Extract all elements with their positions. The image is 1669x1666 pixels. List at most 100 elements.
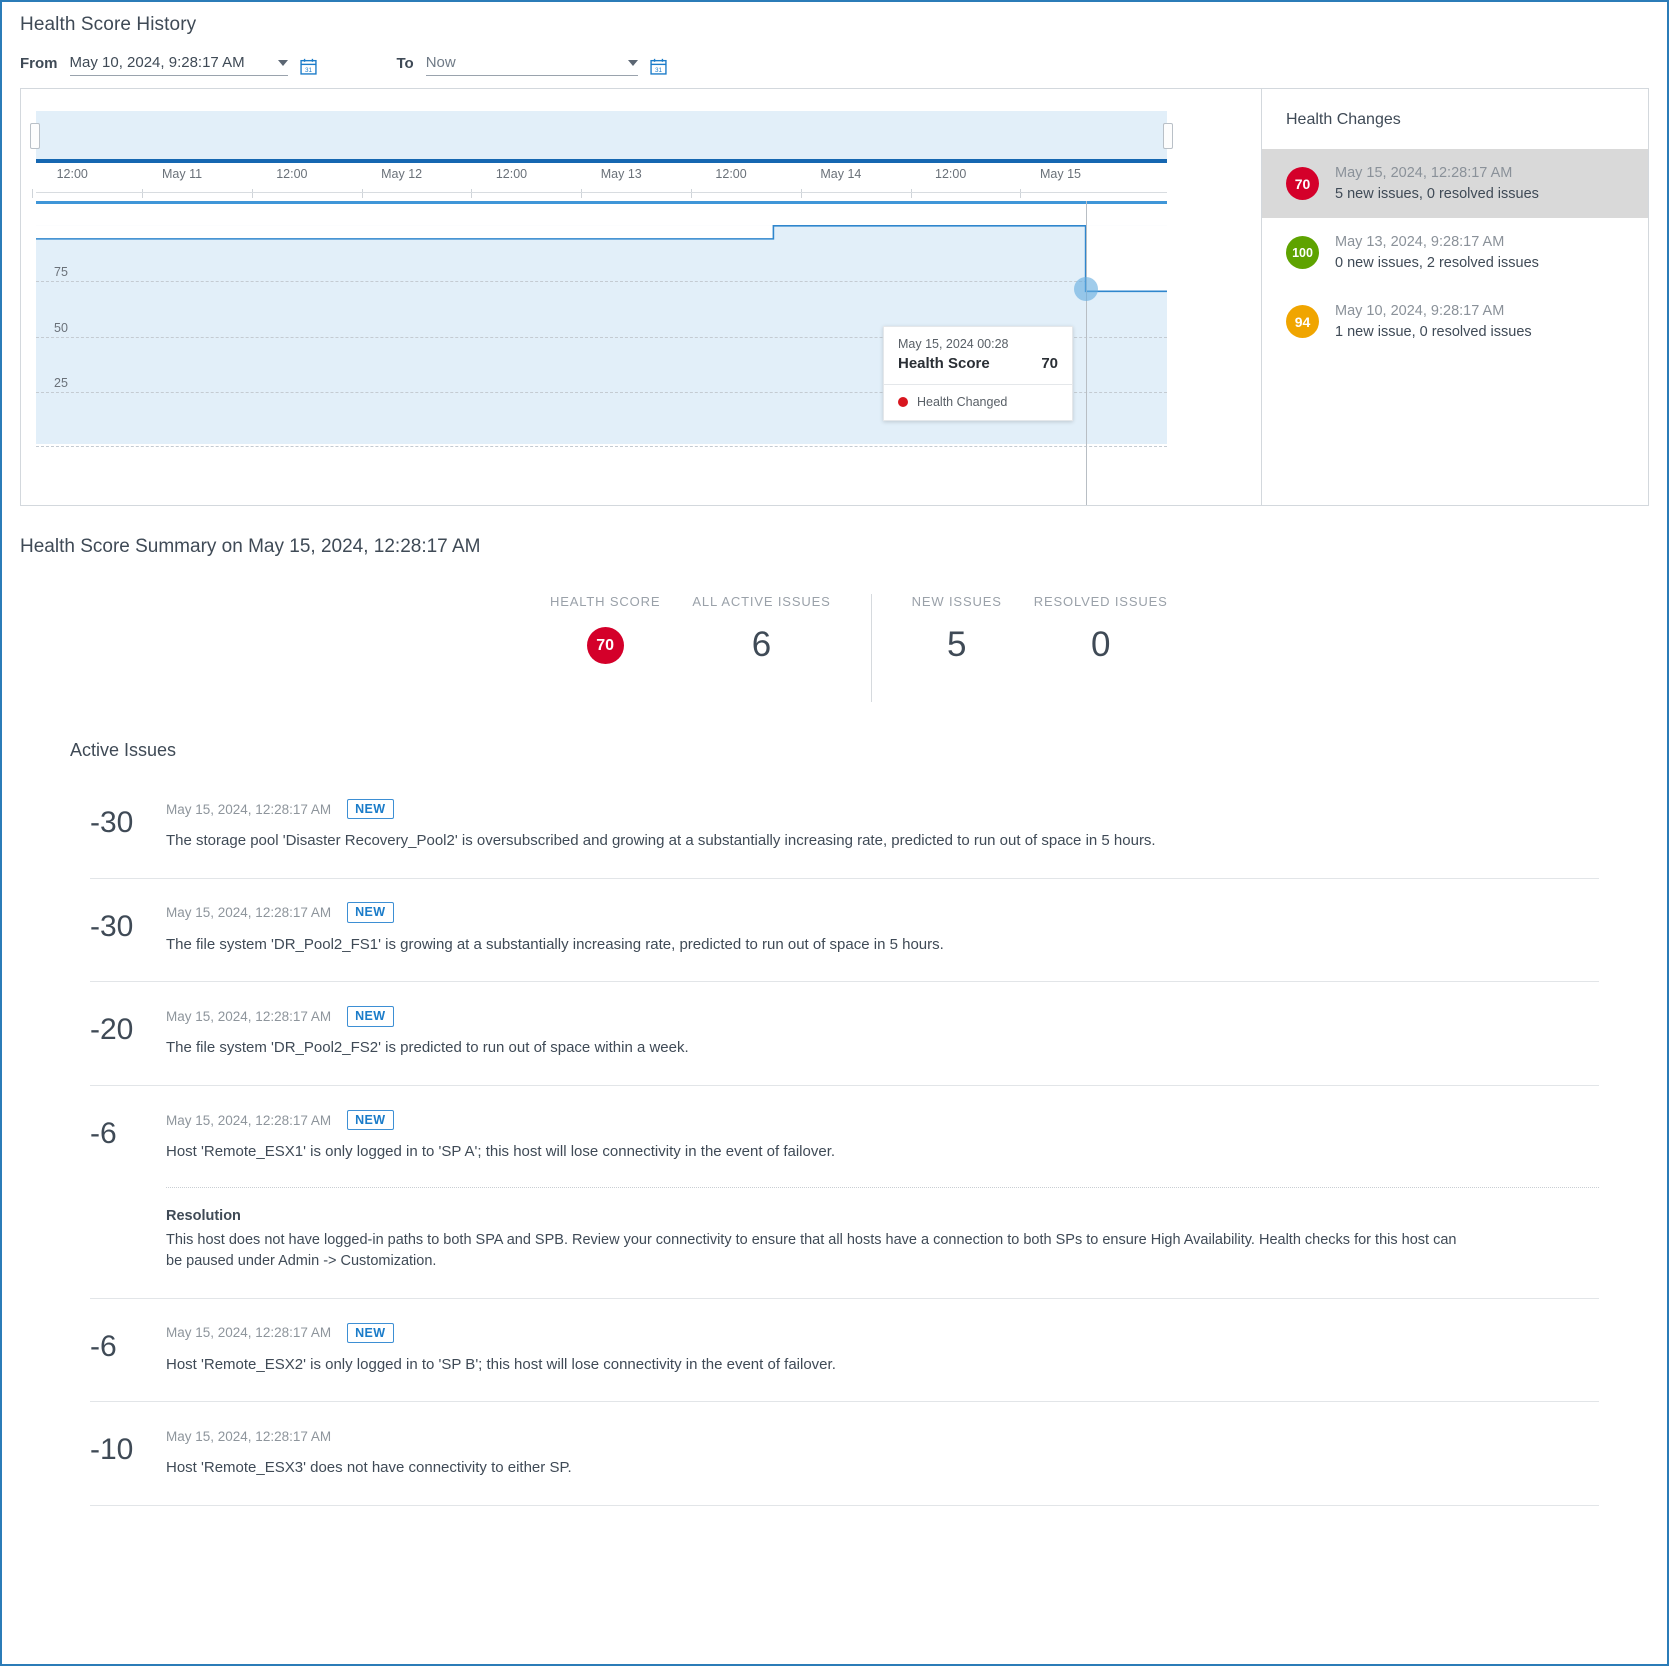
- issue-meta: May 15, 2024, 12:28:17 AM NEW: [166, 1108, 1599, 1132]
- x-axis-tick-mark: [910, 189, 912, 198]
- x-axis-tick-label: May 13: [600, 167, 642, 181]
- issue-content: May 15, 2024, 12:28:17 AM NEW The file sys…: [166, 901, 1599, 956]
- health-change-date: May 10, 2024, 9:28:17 AM: [1335, 303, 1505, 320]
- health-change-item[interactable]: 70 May 15, 2024, 12:28:17 AM 5 new issues,…: [1262, 149, 1648, 219]
- calendar-icon-from[interactable]: 31: [299, 58, 317, 75]
- health-changes-title: Health Changes: [1286, 111, 1401, 128]
- summary-metric-value: 70: [550, 627, 660, 664]
- issue-meta: May 15, 2024, 12:28:17 AM NEW: [166, 1004, 1599, 1028]
- issue-score: -6: [90, 1329, 117, 1363]
- issue-description: The file system 'DR_Pool2_FS2' is predic…: [166, 1039, 689, 1057]
- list-bottom-divider: [90, 1505, 1599, 1507]
- health-change-text: May 15, 2024, 12:28:17 AM 5 new issues, 0…: [1335, 163, 1539, 204]
- issue-meta: May 15, 2024, 12:28:17 AM: [166, 1424, 1599, 1448]
- issue-timestamp: May 15, 2024, 12:28:17 AM: [166, 1112, 332, 1128]
- status-badge-new: NEW: [347, 1006, 394, 1027]
- navigator-handle-right[interactable]: [1163, 123, 1173, 149]
- issue-timestamp: May 15, 2024, 12:28:17 AM: [166, 801, 332, 817]
- summary-metric: RESOLVED ISSUES 0: [1018, 594, 1184, 662]
- chevron-down-icon: [277, 60, 288, 66]
- health-changed-dot-icon: [898, 397, 908, 407]
- issue-score: -6: [90, 1117, 117, 1151]
- health-change-summary: 5 new issues, 0 resolved issues: [1335, 185, 1539, 202]
- active-issues-title: Active Issues: [70, 740, 177, 760]
- summary-metric-label: HEALTH SCORE: [550, 594, 661, 609]
- to-date-value: Now: [425, 54, 456, 71]
- issue-content: May 15, 2024, 12:28:17 AM NEW The storage …: [166, 797, 1599, 852]
- health-score-history-panel: Health Score History From May 10, 2024, …: [0, 0, 1669, 1666]
- issue-description: Host 'Remote_ESX2' is only logged in to …: [166, 1355, 836, 1373]
- status-badge-new: NEW: [347, 1109, 394, 1131]
- y-gridline-baseline: [36, 446, 1167, 447]
- summary-metric-value: 5: [946, 625, 967, 664]
- health-changes-list: 70 May 15, 2024, 12:28:17 AM 5 new issues,…: [1262, 149, 1648, 356]
- tooltip-date: May 15, 2024 00:28: [898, 337, 1009, 351]
- issue-meta: May 15, 2024, 12:28:17 AM NEW: [166, 797, 1599, 821]
- chart-x-axis: 12:00 May 11 12:00 May 12 12:00 May 13 12:00 Ma…: [32, 167, 1167, 198]
- chart-cursor-line: [1085, 201, 1087, 505]
- health-change-item[interactable]: 94 May 10, 2024, 9:28:17 AM 1 new issue, 0…: [1262, 287, 1648, 356]
- chart-region: 12:00 May 11 12:00 May 12 12:00 May 13 12:00 Ma…: [21, 89, 1262, 505]
- issue-timestamp: May 15, 2024, 12:28:17 AM: [166, 1325, 332, 1341]
- metrics-divider: [870, 594, 872, 702]
- summary-metric: NEW ISSUES 5: [896, 594, 1018, 662]
- from-filter-group: From May 10, 2024, 9:28:17 AM 31: [20, 54, 317, 76]
- svg-text:31: 31: [304, 67, 312, 74]
- health-changes-panel: Health Changes 70 May 15, 2024, 12:28:17 …: [1262, 89, 1648, 505]
- health-change-summary: 0 new issues, 2 resolved issues: [1335, 254, 1539, 271]
- x-axis-tick-label: 12:00: [276, 167, 308, 181]
- issue-description: The file system 'DR_Pool2_FS1' is growin…: [166, 935, 944, 953]
- x-axis-tick-label: May 11: [161, 167, 203, 181]
- issue-timestamp: May 15, 2024, 12:28:17 AM: [166, 905, 332, 921]
- issue-content: May 15, 2024, 12:28:17 AM NEW Host 'Remote…: [166, 1108, 1599, 1272]
- summary-metric-value: 0: [1090, 625, 1111, 664]
- status-badge-new: NEW: [347, 902, 394, 923]
- x-axis-tick-label: 12:00: [495, 167, 528, 181]
- to-date-select[interactable]: Now: [425, 54, 638, 76]
- issue-description: Host 'Remote_ESX1' is only logged in to …: [166, 1143, 836, 1161]
- issue-row[interactable]: -30 May 15, 2024, 12:28:17 AM NEW The stora…: [90, 775, 1599, 878]
- x-axis-tick-mark: [581, 189, 583, 198]
- health-score-pill: 70: [586, 627, 624, 664]
- health-change-summary: 1 new issue, 0 resolved issues: [1335, 323, 1532, 340]
- summary-title: Health Score Summary on May 15, 2024, 12…: [20, 536, 481, 557]
- issue-row[interactable]: -10 May 15, 2024, 12:28:17 AM Host 'Remote…: [90, 1401, 1599, 1505]
- from-date-select[interactable]: May 10, 2024, 9:28:17 AM: [69, 54, 288, 76]
- issue-content: May 15, 2024, 12:28:17 AM NEW The file sys…: [166, 1004, 1599, 1059]
- metric-group-delta: NEW ISSUES 5 RESOLVED ISSUES 0: [896, 594, 1184, 662]
- chart-tooltip: May 15, 2024 00:28 Health Score 70 Healt…: [883, 326, 1073, 421]
- x-axis-tick-mark: [32, 189, 34, 198]
- health-change-item[interactable]: 100 May 13, 2024, 9:28:17 AM 0 new issues,…: [1262, 218, 1648, 287]
- issue-row[interactable]: -20 May 15, 2024, 12:28:17 AM NEW The file …: [90, 981, 1599, 1085]
- summary-metric-value: 6: [751, 625, 772, 664]
- issue-description: Host 'Remote_ESX3' does not have connect…: [166, 1459, 572, 1477]
- chart-range-navigator[interactable]: [30, 111, 1173, 163]
- axis-rule: [36, 192, 1167, 193]
- navigator-handle-left[interactable]: [30, 123, 40, 149]
- health-score-badge: 100: [1286, 236, 1319, 270]
- chart-hover-point[interactable]: [1073, 277, 1098, 302]
- calendar-icon-to[interactable]: 31: [650, 58, 667, 75]
- tooltip-legend: Health Changed: [884, 385, 1072, 420]
- tooltip-legend-label: Health Changed: [917, 395, 1008, 409]
- resolution-body: This host does not have logged-in paths …: [166, 1231, 1457, 1269]
- tooltip-metric-name: Health Score: [898, 355, 990, 372]
- summary-metric-label: RESOLVED ISSUES: [1033, 594, 1168, 609]
- summary-metric-label: NEW ISSUES: [911, 594, 1002, 609]
- to-filter-group: To Now 31: [397, 54, 667, 76]
- issue-meta: May 15, 2024, 12:28:17 AM NEW: [166, 1321, 1599, 1345]
- issue-score: -10: [90, 1433, 134, 1467]
- issue-row[interactable]: -6 May 15, 2024, 12:28:17 AM NEW Host 'Remo…: [90, 1085, 1599, 1298]
- issue-row[interactable]: -30 May 15, 2024, 12:28:17 AM NEW The file …: [90, 877, 1599, 982]
- issue-row[interactable]: -6 May 15, 2024, 12:28:17 AM NEW Host 'Remo…: [90, 1297, 1599, 1402]
- x-axis-tick-label: 12:00: [715, 167, 747, 181]
- summary-metric: HEALTH SCORE 70: [534, 594, 676, 664]
- x-axis-tick-label: May 15: [1039, 167, 1081, 181]
- issue-timestamp: May 15, 2024, 12:28:17 AM: [166, 1008, 332, 1024]
- status-badge-new: NEW: [347, 1322, 394, 1344]
- from-date-value: May 10, 2024, 9:28:17 AM: [69, 54, 245, 71]
- x-axis-tick-label: May 12: [381, 167, 423, 181]
- health-score-badge: 70: [1286, 167, 1319, 201]
- issue-meta: May 15, 2024, 12:28:17 AM NEW: [166, 901, 1599, 925]
- issue-timestamp: May 15, 2024, 12:28:17 AM: [166, 1428, 332, 1444]
